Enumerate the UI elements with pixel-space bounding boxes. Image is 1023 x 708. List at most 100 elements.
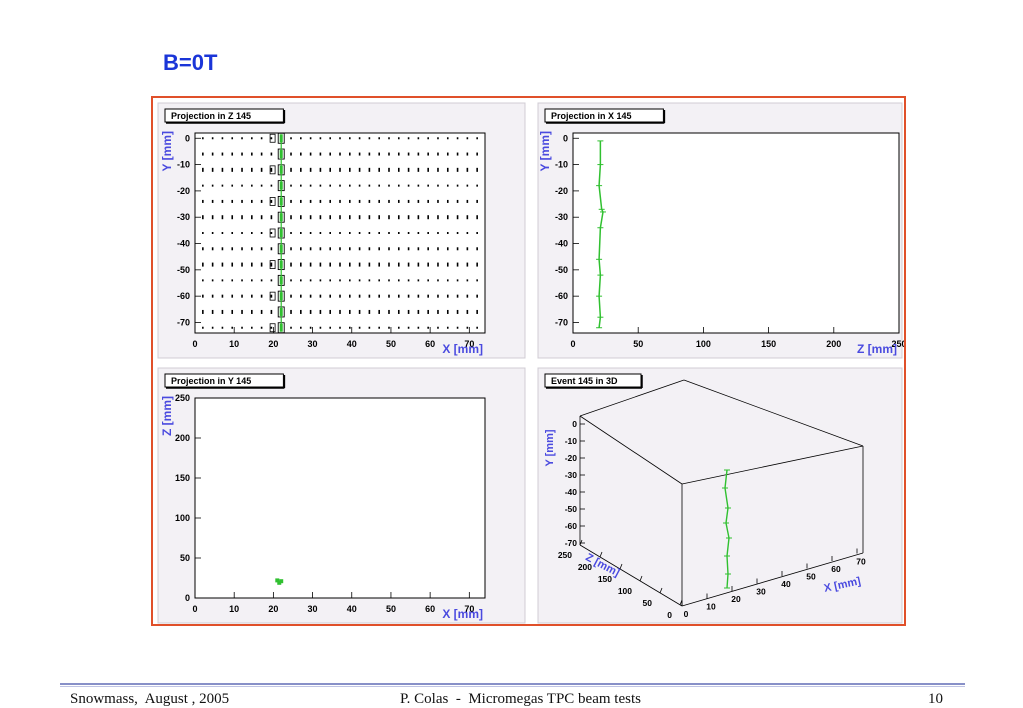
pad-hit [456, 199, 459, 203]
pad-hit [378, 232, 380, 234]
y-axis-title: Y [mm] [538, 131, 552, 171]
pad-hit [221, 184, 224, 187]
pad-hit [290, 137, 292, 140]
y-tick-label: -20 [565, 453, 578, 463]
pad-hit [437, 309, 439, 314]
pad-hit [417, 326, 420, 329]
pad-hit [348, 152, 351, 156]
pad-hit [456, 184, 459, 187]
pad-hit [270, 309, 273, 314]
y-tick-label: -30 [565, 470, 578, 480]
pad-hit [290, 294, 292, 298]
pad-hit [270, 152, 273, 156]
pad-hit [417, 184, 420, 187]
x-tick-label: 20 [731, 594, 741, 604]
pad-hit [388, 326, 390, 329]
pad-hit [260, 137, 263, 140]
pad-hit [427, 199, 429, 203]
pad-hit [368, 247, 371, 251]
pad-hit [211, 167, 214, 172]
pad-hit [378, 309, 380, 314]
pad-hit [339, 167, 341, 172]
pad-hit [446, 279, 449, 282]
x-tick-label: 20 [268, 604, 278, 614]
pad-hit [358, 199, 361, 203]
pad-hit [221, 167, 224, 172]
pad-hit [476, 326, 478, 329]
pad-hit [270, 326, 273, 329]
pad-hit [319, 294, 322, 298]
pad-hit [270, 262, 273, 267]
pad-hit [251, 232, 253, 234]
x-tick-label: 50 [386, 604, 396, 614]
pad-hit [427, 294, 429, 298]
pad-hit [476, 215, 478, 220]
x-tick-label: 150 [761, 339, 776, 349]
pad-hit [427, 326, 429, 329]
pad-hit [339, 184, 341, 187]
pad-hit [388, 199, 390, 203]
pad-hit [319, 137, 322, 140]
pad-hit [368, 294, 371, 298]
pad-hit [241, 152, 243, 156]
pad-hit [407, 167, 410, 172]
y-tick-label: -40 [177, 239, 190, 249]
pad-hit [466, 279, 469, 282]
pad-hit [466, 247, 469, 251]
pad-hit [241, 309, 243, 314]
pad-hit [260, 215, 263, 220]
pad-hit [260, 152, 263, 156]
pad-hit [309, 152, 312, 156]
pad-hit [309, 184, 312, 187]
plot-frame [572, 132, 900, 334]
pad-hit [241, 215, 243, 220]
pad-hit [251, 262, 253, 267]
pad-hit [339, 137, 341, 140]
pad-hit [221, 199, 224, 203]
pad-hit [309, 215, 312, 220]
pad-hit [251, 152, 253, 156]
pad-hit [397, 167, 400, 172]
pad-title: Projection in Z 145 [171, 111, 251, 121]
pad-hit [329, 215, 332, 220]
pad-hit [309, 326, 312, 329]
pad-hit [300, 215, 302, 220]
y-axis-title: Y [mm] [544, 429, 556, 466]
pad-hit [202, 279, 204, 282]
pad-hit [456, 326, 459, 329]
pad-hit [358, 137, 361, 140]
pad-hit [368, 184, 371, 187]
pad-hit [348, 184, 351, 187]
pad-hit [456, 309, 459, 314]
pad-hit [211, 152, 214, 156]
pad-hit [339, 326, 341, 329]
pad-hit [417, 137, 420, 140]
pad-hit [290, 309, 292, 314]
x-tick-label: 100 [696, 339, 711, 349]
pad-hit [417, 309, 420, 314]
y-tick-label: 200 [175, 433, 190, 443]
pad-hit [407, 279, 410, 282]
pad-hit [241, 167, 243, 172]
pad-hit [456, 137, 459, 140]
pad-hit [437, 294, 439, 298]
y-tick-label: -60 [565, 521, 578, 531]
pad-hit [339, 309, 341, 314]
footer-left: Snowmass, August , 2005 [70, 691, 230, 707]
pad-hit [466, 262, 469, 267]
pad-hit [446, 167, 449, 172]
pad-hit [251, 199, 253, 203]
pad-hit [407, 215, 410, 220]
pad-hit [251, 167, 253, 172]
pad-hit [476, 232, 478, 234]
pad-hit [202, 262, 204, 267]
z-tick-label: 250 [558, 550, 572, 560]
pad-hit [476, 199, 478, 203]
pad-hit [368, 152, 371, 156]
pad-hit [427, 232, 429, 234]
pad-hit [339, 199, 341, 203]
pad-hit [309, 309, 312, 314]
pad-hit [270, 137, 273, 140]
pad-hit [437, 152, 439, 156]
pad-hit [290, 326, 292, 329]
